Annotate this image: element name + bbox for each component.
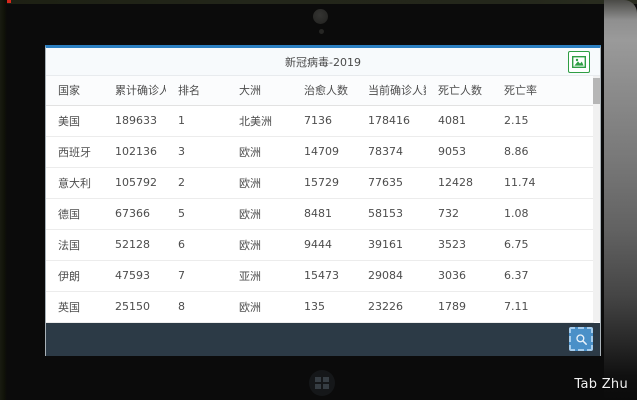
table-cell: 7.11	[492, 291, 594, 322]
front-camera-icon	[313, 9, 328, 24]
image-icon	[571, 54, 587, 70]
table-cell: 西班牙	[46, 136, 103, 167]
table-cell: 1789	[426, 291, 492, 322]
column-header: 排名	[166, 76, 227, 105]
table-cell: 105792	[103, 167, 166, 198]
table-cell: 3523	[426, 229, 492, 260]
table-cell: 58153	[356, 198, 426, 229]
table-cell: 29084	[356, 260, 426, 291]
table-cell: 52128	[103, 229, 166, 260]
table-cell: 欧洲	[227, 198, 292, 229]
table-cell: 67366	[103, 198, 166, 229]
table-cell: 25150	[103, 291, 166, 322]
column-header: 国家	[46, 76, 103, 105]
table-cell: 14709	[292, 136, 356, 167]
table-row[interactable]: 德国673665欧洲8481581537321.08	[46, 198, 594, 229]
bottom-toolbar	[46, 323, 600, 356]
table-cell: 6.37	[492, 260, 594, 291]
column-header: 累计确诊人数	[103, 76, 166, 105]
table-cell: 8481	[292, 198, 356, 229]
table-cell: 意大利	[46, 167, 103, 198]
column-header: 当前确诊人数	[356, 76, 426, 105]
table-cell: 178416	[356, 105, 426, 136]
table-cell: 39161	[356, 229, 426, 260]
windows-logo-icon	[315, 377, 329, 389]
column-header: 治愈人数	[292, 76, 356, 105]
magnifier-icon	[574, 332, 589, 347]
table-cell: 美国	[46, 105, 103, 136]
table-cell: 4081	[426, 105, 492, 136]
table-cell: 3	[166, 136, 227, 167]
table-cell: 8.86	[492, 136, 594, 167]
table-cell: 6.75	[492, 229, 594, 260]
table-cell: 732	[426, 198, 492, 229]
table-cell: 德国	[46, 198, 103, 229]
table-row[interactable]: 伊朗475937亚洲154732908430366.37	[46, 260, 594, 291]
windows-home-button[interactable]	[309, 370, 335, 396]
table-cell: 7136	[292, 105, 356, 136]
table-cell: 102136	[103, 136, 166, 167]
table-cell: 78374	[356, 136, 426, 167]
recording-indicator-dot	[7, 0, 11, 3]
table-row[interactable]: 意大利1057922欧洲15729776351242811.74	[46, 167, 594, 198]
vertical-scrollbar[interactable]	[593, 76, 600, 322]
device-right-edge	[604, 0, 637, 400]
app-window: 新冠病毒-2019 国家累计确诊人数排名大洲治愈人数当前确诊人数死亡人数	[45, 45, 601, 356]
table-cell: 77635	[356, 167, 426, 198]
export-image-button[interactable]	[568, 51, 590, 73]
table-cell: 1	[166, 105, 227, 136]
tablet-device: 新冠病毒-2019 国家累计确诊人数排名大洲治愈人数当前确诊人数死亡人数	[0, 0, 637, 400]
table-row[interactable]: 美国1896331北美洲713617841640812.15	[46, 105, 594, 136]
table-cell: 15729	[292, 167, 356, 198]
table-cell: 亚洲	[227, 260, 292, 291]
column-header: 死亡人数	[426, 76, 492, 105]
table-cell: 15473	[292, 260, 356, 291]
device-top-edge	[0, 0, 637, 4]
table-cell: 欧洲	[227, 136, 292, 167]
covid-data-table: 国家累计确诊人数排名大洲治愈人数当前确诊人数死亡人数死亡率 美国1896331北…	[46, 76, 594, 323]
table-header-row: 国家累计确诊人数排名大洲治愈人数当前确诊人数死亡人数死亡率	[46, 76, 594, 105]
camera-sensor-dot	[319, 29, 324, 34]
table-row[interactable]: 西班牙1021363欧洲147097837490538.86	[46, 136, 594, 167]
table-row[interactable]: 法国521286欧洲94443916135236.75	[46, 229, 594, 260]
table-cell: 伊朗	[46, 260, 103, 291]
table-cell: 英国	[46, 291, 103, 322]
search-button[interactable]	[569, 327, 593, 351]
table-cell: 欧洲	[227, 291, 292, 322]
table-cell: 2.15	[492, 105, 594, 136]
scrollbar-thumb[interactable]	[593, 78, 600, 104]
table-cell: 1.08	[492, 198, 594, 229]
table-cell: 7	[166, 260, 227, 291]
table-cell: 8	[166, 291, 227, 322]
table-cell: 12428	[426, 167, 492, 198]
table-cell: 6	[166, 229, 227, 260]
table-row[interactable]: 英国251508欧洲1352322617897.11	[46, 291, 594, 322]
column-header: 死亡率	[492, 76, 594, 105]
window-title: 新冠病毒-2019	[285, 54, 361, 70]
table-cell: 5	[166, 198, 227, 229]
window-titlebar: 新冠病毒-2019	[46, 48, 600, 76]
table-cell: 189633	[103, 105, 166, 136]
table-body: 美国1896331北美洲713617841640812.15西班牙1021363…	[46, 105, 594, 322]
column-header: 大洲	[227, 76, 292, 105]
table-cell: 47593	[103, 260, 166, 291]
table-cell: 3036	[426, 260, 492, 291]
table-cell: 2	[166, 167, 227, 198]
table-cell: 欧洲	[227, 229, 292, 260]
table-cell: 9053	[426, 136, 492, 167]
table-cell: 11.74	[492, 167, 594, 198]
table-cell: 北美洲	[227, 105, 292, 136]
device-left-edge	[0, 0, 7, 400]
table-cell: 欧洲	[227, 167, 292, 198]
watermark-label: Tab Zhu	[574, 377, 628, 392]
table-container: 国家累计确诊人数排名大洲治愈人数当前确诊人数死亡人数死亡率 美国1896331北…	[46, 76, 600, 323]
table-cell: 9444	[292, 229, 356, 260]
table-cell: 23226	[356, 291, 426, 322]
table-cell: 法国	[46, 229, 103, 260]
table-cell: 135	[292, 291, 356, 322]
